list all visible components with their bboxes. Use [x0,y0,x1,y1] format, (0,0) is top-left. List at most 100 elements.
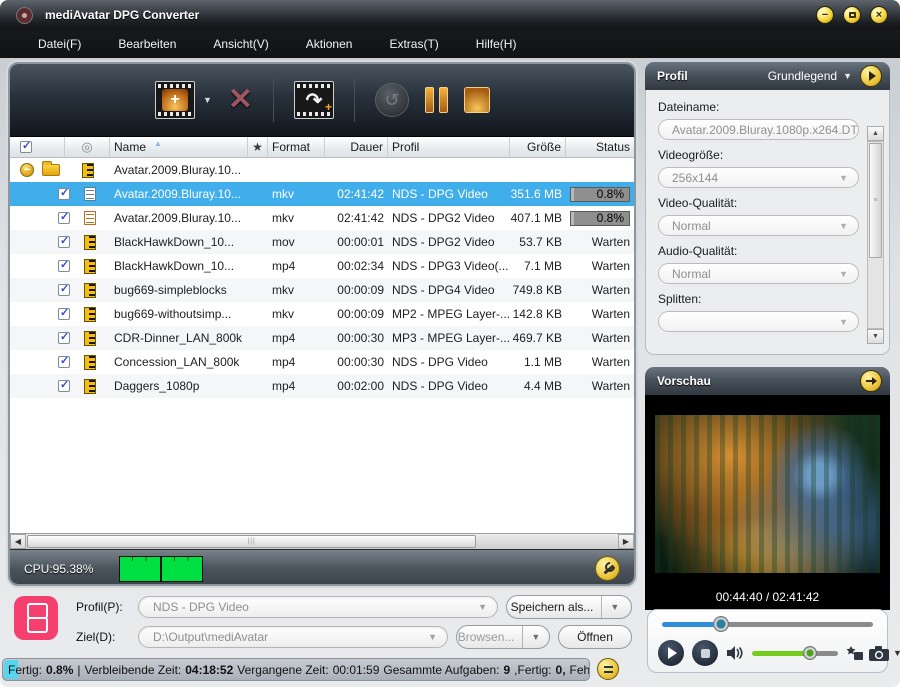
menu-item-ansicht[interactable]: Ansicht(V) [213,37,268,51]
header-checkbox[interactable] [20,139,32,153]
profile-scrollbar[interactable]: ▲ ≡ ▼ [867,126,884,344]
cell-dauer: 00:02:00 [337,379,384,393]
menu-item-bearbeiten[interactable]: Bearbeiten [118,37,176,51]
snapshot-chevron-down-icon[interactable]: ▼ [893,648,900,658]
volume-icon[interactable] [726,645,744,661]
header-status[interactable]: Status [566,137,634,157]
menu-item-extras[interactable]: Extras(T) [389,37,438,51]
menu-item-hilfe[interactable]: Hilfe(H) [476,37,517,51]
row-checkbox[interactable] [58,186,70,200]
row-checkbox[interactable] [58,234,70,248]
chevron-down-icon: ▼ [839,316,848,327]
status-tasks-label: Gesammte Aufgaben: [383,662,500,677]
close-button[interactable]: × [870,6,888,24]
table-row[interactable]: bug669-withoutsimp... mkv 00:00:09 MP2 - MP… [10,302,634,326]
dateiname-input[interactable]: Avatar.2009.Bluray.1080p.x264.DTS-Cl [658,119,859,140]
scroll-right-button[interactable]: ▶ [618,534,634,549]
table-row[interactable]: Daggers_1080p mp4 00:02:00 NDS - DPG Video 4… [10,374,634,398]
seek-thumb[interactable] [713,616,730,632]
delete-button[interactable]: ✕ [228,85,253,115]
refresh-button[interactable]: ↺ [375,83,410,117]
convert-button[interactable]: ↷ + [294,81,335,119]
scroll-up-button[interactable]: ▲ [867,126,884,141]
seek-slider[interactable] [662,616,873,632]
add-files-button[interactable]: + [155,81,195,119]
header-star[interactable]: ★ [248,137,268,157]
h-scrollbar[interactable]: ◀ ||| ▶ [10,533,634,549]
header-dauer[interactable]: Dauer [325,137,388,157]
minimize-button[interactable]: − [816,6,834,24]
audio-quality-label: Audio-Qualität: [658,244,738,258]
file-type-icon [84,282,96,298]
folder-icon [42,161,60,176]
header-groesse[interactable]: Größe [510,137,566,157]
table-row[interactable]: bug669-simpleblocks mkv 00:00:09 NDS - DPG4… [10,278,634,302]
profile-preset-select[interactable]: Grundlegend ▼ [768,69,852,83]
row-checkbox[interactable] [58,210,70,224]
volume-thumb[interactable] [803,645,818,660]
stop-button[interactable] [464,87,491,113]
row-checkbox[interactable] [58,354,70,368]
settings-wrench-button[interactable] [595,556,620,581]
video-frame[interactable] [655,415,880,573]
save-as-button[interactable]: Speichern als... ▼ [506,595,632,619]
video-quality-label: Video-Qualität: [658,196,738,210]
videogroesse-select[interactable]: 256x144 ▼ [658,167,859,188]
open-button[interactable]: Öffnen [558,625,632,649]
pause-icon [439,87,449,113]
row-checkbox[interactable] [58,258,70,272]
play-button[interactable] [658,640,684,666]
browse-chevron-down-icon[interactable]: ▼ [522,626,548,648]
collapse-toggle[interactable]: − [20,163,34,177]
ziel-select[interactable]: D:\Output\mediAvatar ▼ [138,626,448,648]
pause-button[interactable] [425,87,449,113]
table-row[interactable]: BlackHawkDown_10... mov 00:00:01 NDS - DPG2… [10,230,634,254]
row-checkbox[interactable] [58,378,70,392]
cell-format: mp4 [272,259,296,273]
header-checkbox-cell[interactable] [10,137,65,157]
scroll-thumb[interactable]: ≡ [869,143,882,259]
table-row[interactable]: Avatar.2009.Bluray.10... mkv 02:41:42 NDS -… [10,206,634,230]
volume-slider[interactable] [752,645,838,660]
table-row[interactable]: Concession_LAN_800k mp4 00:00:30 NDS - DPG … [10,350,634,374]
header-format[interactable]: Format [268,137,325,157]
status-elapsed-label: Vergangene Zeit: [237,662,329,677]
stop-playback-button[interactable] [692,640,718,666]
menu-item-datei[interactable]: Datei(F) [38,37,81,51]
status-done-value: 0, [555,662,566,677]
menu-item-aktionen[interactable]: Aktionen [306,37,353,51]
row-checkbox[interactable] [58,282,70,296]
table-row[interactable]: CDR-Dinner_LAN_800k mp4 00:00:30 MP3 - MPEG… [10,326,634,350]
table-row[interactable]: BlackHawkDown_10... mp4 00:02:34 NDS - DPG3… [10,254,634,278]
row-checkbox[interactable] [58,306,70,320]
convert-arrow-icon: ↷ [305,89,323,112]
maximize-button[interactable] [843,6,861,24]
add-files-chevron-down-icon[interactable]: ▼ [203,95,212,105]
splitten-select[interactable]: ▼ [658,311,859,332]
bookmark-frame-icon[interactable] [846,645,865,662]
save-as-chevron-down-icon[interactable]: ▼ [601,596,627,618]
cell-groesse: 749.8 KB [512,283,562,297]
audio-quality-select[interactable]: Normal ▼ [658,263,859,284]
header-disc-cell[interactable]: ◎ [65,137,110,157]
preview-next-button[interactable] [860,370,882,392]
table-row[interactable]: − Avatar.2009.Bluray.10... [10,158,634,182]
video-quality-select[interactable]: Normal ▼ [658,215,859,236]
profile-expand-button[interactable] [860,65,882,87]
scroll-left-button[interactable]: ◀ [10,534,26,549]
header-name[interactable]: Name ▲ [110,137,248,157]
status-tasks-value: 9 [503,662,511,677]
scroll-down-button[interactable]: ▼ [867,329,884,344]
row-checkbox[interactable] [58,330,70,344]
table-row[interactable]: Avatar.2009.Bluray.10... mkv 02:41:42 NDS -… [10,182,634,206]
browse-button[interactable]: Browsen... ▼ [456,625,550,649]
preview-panel: Vorschau 00:44:40 / 02:41:42 ▼ [645,367,900,675]
scroll-thumb[interactable]: ||| [27,535,477,548]
scroll-track[interactable]: ≡ [867,141,884,329]
camera-icon[interactable] [869,645,889,661]
profil-select[interactable]: NDS - DPG Video ▼ [138,596,498,618]
status-info-button[interactable] [597,658,619,680]
header-profil[interactable]: Profil [388,137,510,157]
cell-dauer: 00:00:30 [337,331,384,345]
profile-panel: Profil Grundlegend ▼ Dateiname: Avatar.2… [645,62,890,355]
